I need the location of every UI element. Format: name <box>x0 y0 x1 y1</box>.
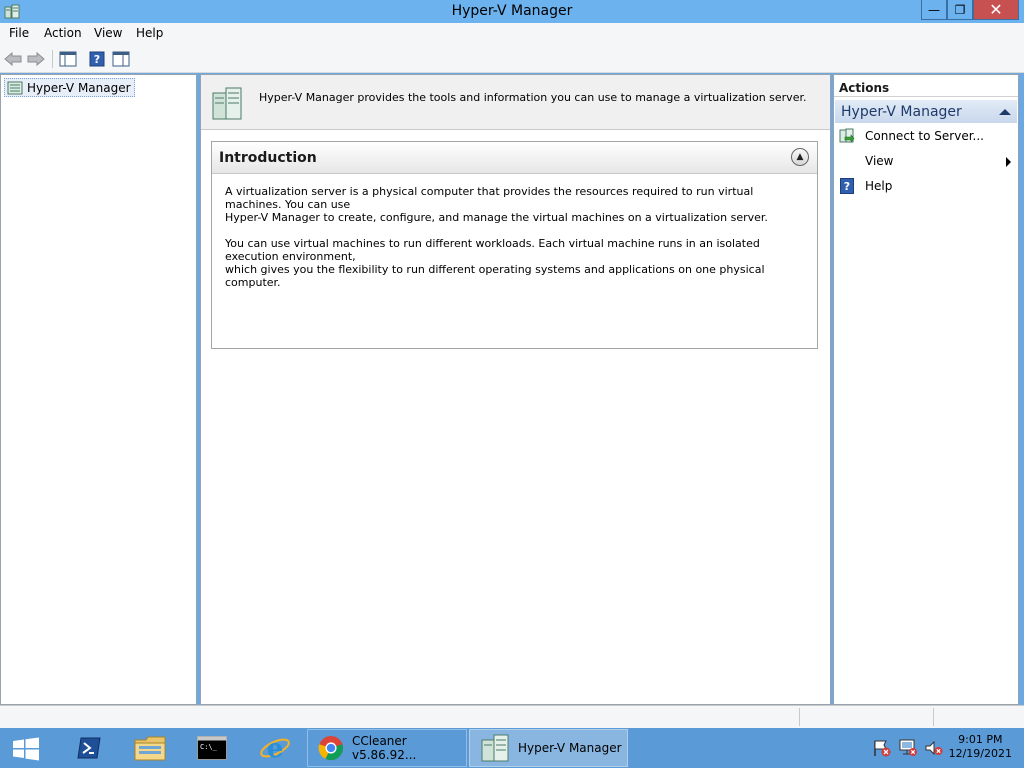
tree-node-hyperv-manager[interactable]: Hyper-V Manager <box>4 78 135 97</box>
tree-node-label: Hyper-V Manager <box>27 80 131 95</box>
action-center-flag-icon[interactable] <box>872 739 892 757</box>
menu-file[interactable]: File <box>9 26 29 40</box>
status-bar <box>0 705 1024 728</box>
intro-paragraph-2-line-2: which gives you the flexibility to run d… <box>225 263 765 289</box>
menu-action[interactable]: Action <box>44 26 82 40</box>
collapse-introduction-button[interactable]: ▲ <box>791 148 809 166</box>
taskbar-powershell[interactable] <box>70 730 108 766</box>
taskbar-task-ccleaner[interactable]: CCleaner v5.86.92... <box>307 729 467 767</box>
help-icon: ? <box>840 178 854 194</box>
show-action-pane-button[interactable] <box>110 49 132 69</box>
collapse-arrow-icon[interactable] <box>999 108 1011 115</box>
chevron-up-icon: ▲ <box>796 152 804 162</box>
submenu-arrow-icon <box>1006 157 1011 167</box>
taskbar-clock[interactable]: 9:01 PM 12/19/2021 <box>949 733 1012 761</box>
intro-paragraph-2-line-1: You can use virtual machines to run diff… <box>225 237 760 263</box>
actions-header: Actions <box>834 75 1018 97</box>
volume-muted-icon[interactable] <box>924 739 944 757</box>
taskbar-task-hyperv-manager[interactable]: Hyper-V Manager <box>469 729 628 767</box>
window-title: Hyper-V Manager <box>451 3 573 19</box>
clock-time: 9:01 PM <box>958 733 1003 746</box>
results-pane: Hyper-V Manager provides the tools and i… <box>200 74 831 705</box>
introduction-body: A virtualization server is a physical co… <box>212 174 817 289</box>
minimize-button[interactable]: — <box>921 0 947 20</box>
action-label: View <box>865 154 894 168</box>
connect-server-icon <box>839 128 855 143</box>
results-description: Hyper-V Manager provides the tools and i… <box>259 91 807 104</box>
restore-button[interactable]: ❐ <box>947 0 973 20</box>
actions-pane: Actions Hyper-V Manager Connect to Serve… <box>833 74 1019 705</box>
results-header: Hyper-V Manager provides the tools and i… <box>201 75 830 130</box>
taskbar: C:\_ e CCleaner v5.86.92... Hyper-V Mana… <box>0 728 1024 768</box>
clock-date: 12/19/2021 <box>948 747 1012 760</box>
command-prompt-icon: C:\_ <box>197 736 227 760</box>
chrome-icon <box>318 735 344 761</box>
show-console-tree-button[interactable] <box>57 49 79 69</box>
intro-paragraph-1-line-2: Hyper-V Manager to create, configure, an… <box>225 211 768 224</box>
system-tray <box>872 738 944 758</box>
back-arrow-icon <box>4 52 22 66</box>
introduction-title: Introduction <box>219 150 317 166</box>
action-label: Help <box>865 179 893 193</box>
introduction-header[interactable]: Introduction ▲ <box>212 142 817 174</box>
introduction-panel: Introduction ▲ A virtualization server i… <box>211 141 818 349</box>
hyperv-node-icon <box>7 81 23 94</box>
svg-text:e: e <box>267 734 284 763</box>
action-help[interactable]: ? Help <box>835 175 1017 197</box>
action-connect-to-server[interactable]: Connect to Server... <box>835 125 1017 147</box>
network-icon[interactable] <box>898 739 918 757</box>
title-bar[interactable]: Hyper-V Manager — ❐ ✕ <box>0 0 1024 23</box>
menu-view[interactable]: View <box>94 26 122 40</box>
console-tree-icon <box>59 51 77 67</box>
svg-text:C:\_: C:\_ <box>200 743 218 751</box>
taskbar-command-prompt[interactable]: C:\_ <box>193 730 231 766</box>
taskbar-file-explorer[interactable] <box>131 730 169 766</box>
actions-section-hyperv-manager[interactable]: Hyper-V Manager <box>835 100 1017 123</box>
help-icon: ? <box>89 51 105 67</box>
actions-section-title: Hyper-V Manager <box>841 103 962 120</box>
task-label: Hyper-V Manager <box>518 741 622 755</box>
forward-arrow-icon <box>27 52 45 66</box>
console-tree-pane: Hyper-V Manager <box>0 74 197 705</box>
hyperv-icon <box>481 734 509 762</box>
action-pane-icon <box>112 51 130 67</box>
menu-bar: File Action View Help <box>0 23 1024 44</box>
help-toolbar-button[interactable]: ? <box>86 49 108 69</box>
svg-text:?: ? <box>844 180 850 193</box>
folder-icon <box>134 736 166 761</box>
taskbar-internet-explorer[interactable]: e <box>256 730 294 766</box>
toolbar-separator <box>52 50 53 68</box>
powershell-icon <box>77 737 101 759</box>
internet-explorer-icon: e <box>260 734 290 763</box>
hyperv-server-icon <box>212 87 242 120</box>
task-label: CCleaner v5.86.92... <box>351 734 417 762</box>
action-label: Connect to Server... <box>865 129 984 143</box>
status-cell <box>933 708 1023 726</box>
menu-help[interactable]: Help <box>136 26 163 40</box>
forward-button[interactable] <box>25 49 47 69</box>
action-view[interactable]: View <box>835 150 1017 172</box>
intro-paragraph-1-line-1: A virtualization server is a physical co… <box>225 185 754 211</box>
svg-text:?: ? <box>94 53 100 66</box>
windows-start-icon[interactable] <box>12 737 40 761</box>
status-cell <box>799 708 933 726</box>
close-button[interactable]: ✕ <box>973 0 1019 20</box>
toolbar: ? <box>0 44 1024 73</box>
back-button[interactable] <box>2 49 24 69</box>
